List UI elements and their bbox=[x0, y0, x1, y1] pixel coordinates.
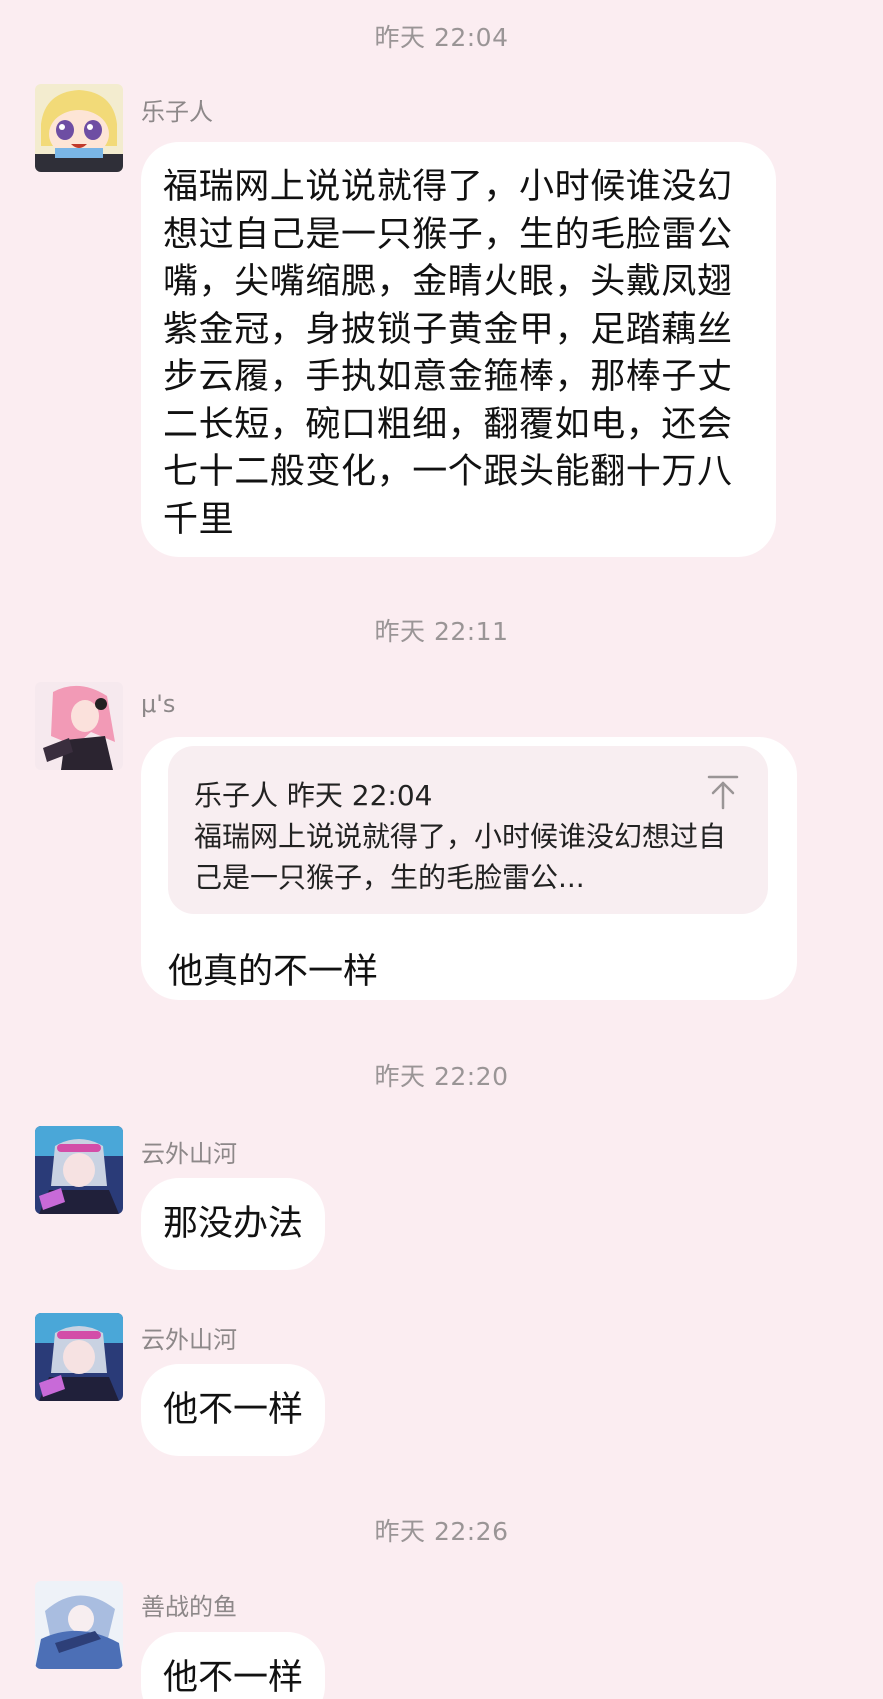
message-text: 他不一样 bbox=[163, 1658, 304, 1698]
timestamp: 昨天 22:26 bbox=[374, 1517, 509, 1546]
avatar[interactable] bbox=[35, 1313, 123, 1401]
sender-name: 云外山河 bbox=[141, 1140, 237, 1168]
sender-name: μ's bbox=[141, 690, 176, 718]
arrow-up-to-top-icon[interactable] bbox=[706, 774, 740, 810]
message-text: 他真的不一样 bbox=[168, 952, 379, 992]
message-text: 他不一样 bbox=[163, 1390, 304, 1430]
message-text: 福瑞网上说说就得了，小时候谁没幻想过自己是一只猴子，生的毛脸雷公嘴，尖嘴缩腮，金… bbox=[163, 167, 733, 540]
avatar-image bbox=[35, 84, 123, 172]
chat-message-list[interactable]: 昨天 22:04 乐子人 福瑞网上说说就得了，小时候谁没幻想过自己是一只猴子，生… bbox=[0, 0, 883, 1699]
quoted-message-text: 福瑞网上说说就得了，小时候谁没幻想过自己是一只猴子，生的毛脸雷公... bbox=[194, 820, 727, 894]
message-bubble[interactable]: 他不一样 bbox=[141, 1632, 326, 1699]
timestamp: 昨天 22:11 bbox=[374, 617, 509, 646]
quoted-message[interactable]: 乐子人 昨天 22:04 福瑞网上说说就得了，小时候谁没幻想过自己是一只猴子，生… bbox=[168, 746, 768, 914]
message-bubble[interactable]: 他不一样 bbox=[141, 1364, 326, 1456]
quoted-message-header: 乐子人 昨天 22:04 bbox=[194, 779, 433, 812]
message-text: 那没办法 bbox=[163, 1204, 304, 1244]
avatar-image bbox=[35, 1126, 123, 1214]
timestamp: 昨天 22:20 bbox=[374, 1062, 509, 1091]
avatar[interactable] bbox=[35, 682, 123, 770]
avatar[interactable] bbox=[35, 84, 123, 172]
sender-name: 乐子人 bbox=[141, 98, 213, 126]
message-bubble[interactable]: 那没办法 bbox=[141, 1178, 326, 1270]
avatar[interactable] bbox=[35, 1126, 123, 1214]
message-bubble[interactable]: 乐子人 昨天 22:04 福瑞网上说说就得了，小时候谁没幻想过自己是一只猴子，生… bbox=[141, 737, 797, 1000]
sender-name: 云外山河 bbox=[141, 1326, 237, 1354]
timestamp: 昨天 22:04 bbox=[374, 23, 509, 52]
message-bubble[interactable]: 福瑞网上说说就得了，小时候谁没幻想过自己是一只猴子，生的毛脸雷公嘴，尖嘴缩腮，金… bbox=[141, 142, 776, 557]
avatar-image bbox=[35, 1581, 123, 1669]
avatar-image bbox=[35, 1313, 123, 1401]
avatar[interactable] bbox=[35, 1581, 123, 1669]
sender-name: 善战的鱼 bbox=[141, 1593, 237, 1621]
avatar-image bbox=[35, 682, 123, 770]
